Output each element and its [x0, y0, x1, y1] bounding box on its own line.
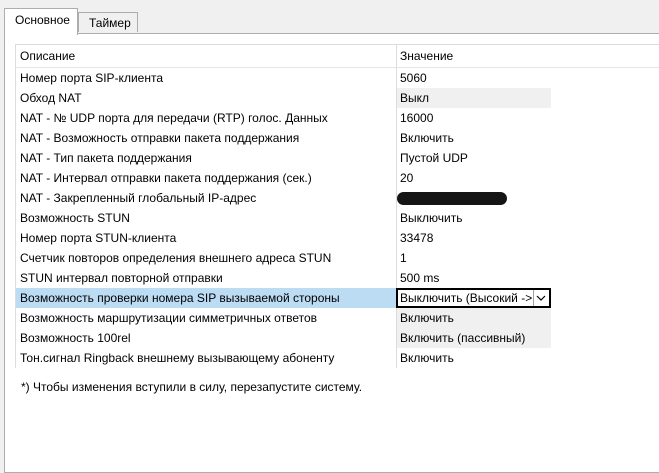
row-value[interactable]: Включить (пассивный)	[396, 328, 551, 348]
table-row[interactable]: NAT - № UDP порта для передачи (RTP) гол…	[15, 108, 659, 128]
table-row[interactable]: Возможность маршрутизации симметричных о…	[15, 308, 659, 328]
chevron-down-icon[interactable]	[533, 290, 548, 306]
row-description: NAT - Закрепленный глобальный IP-адрес	[15, 188, 396, 208]
row-description: Возможность маршрутизации симметричных о…	[15, 308, 396, 328]
row-value[interactable]: 33478	[396, 228, 551, 248]
value-dropdown[interactable]: Выключить (Высокий ->Ни	[396, 288, 551, 308]
table-row[interactable]: NAT - Закрепленный глобальный IP-адрес	[15, 188, 659, 208]
row-value[interactable]: Пустой UDP	[396, 148, 551, 168]
row-description: STUN интервал повторной отправки	[15, 268, 396, 288]
dropdown-selected-value: Выключить (Высокий ->Ни	[400, 291, 548, 305]
row-description: Возможность STUN	[15, 208, 396, 228]
table-row[interactable]: NAT - Интервал отправки пакета поддержан…	[15, 168, 659, 188]
row-description: Обход NAT	[15, 88, 396, 108]
property-grid: Описание Значение Номер порта SIP-клиент…	[15, 44, 659, 368]
row-description: NAT - № UDP порта для передачи (RTP) гол…	[15, 108, 396, 128]
row-description: NAT - Тип пакета поддержания	[15, 148, 396, 168]
column-header-description[interactable]: Описание	[15, 45, 396, 67]
row-value[interactable]: 16000	[396, 108, 551, 128]
row-description: Номер порта STUN-клиента	[15, 228, 396, 248]
table-row[interactable]: NAT - Тип пакета поддержания Пустой UDP	[15, 148, 659, 168]
grid-header: Описание Значение	[15, 45, 659, 68]
tab-main[interactable]: Основное	[4, 8, 78, 35]
settings-panel: Описание Значение Номер порта SIP-клиент…	[4, 33, 659, 473]
row-value[interactable]: Включить	[396, 308, 551, 328]
row-description: Счетчик повторов определения внешнего ад…	[15, 248, 396, 268]
table-row[interactable]: Счетчик повторов определения внешнего ад…	[15, 248, 659, 268]
row-value[interactable]: 1	[396, 248, 551, 268]
table-row[interactable]: Тон.сигнал Ringback внешнему вызывающему…	[15, 348, 659, 368]
column-header-value[interactable]: Значение	[396, 45, 556, 67]
row-value[interactable]: 500 ms	[396, 268, 551, 288]
row-description: NAT - Интервал отправки пакета поддержан…	[15, 168, 396, 188]
table-row[interactable]: STUN интервал повторной отправки 500 ms	[15, 268, 659, 288]
table-row[interactable]: Обход NAT Выкл	[15, 88, 659, 108]
row-description: Тон.сигнал Ringback внешнему вызывающему…	[15, 348, 396, 368]
row-value[interactable]: Выкл	[396, 88, 551, 108]
table-row-selected[interactable]: Возможность проверки номера SIP вызываем…	[15, 288, 659, 308]
row-value[interactable]: Включить	[396, 348, 551, 368]
table-row[interactable]: Возможность 100rel Включить (пассивный)	[15, 328, 659, 348]
table-row[interactable]: Возможность STUN Выключить	[15, 208, 659, 228]
row-description: NAT - Возможность отправки пакета поддер…	[15, 128, 396, 148]
row-description: Возможность проверки номера SIP вызываем…	[15, 288, 396, 308]
table-row[interactable]: NAT - Возможность отправки пакета поддер…	[15, 128, 659, 148]
row-description: Номер порта SIP-клиента	[15, 68, 396, 88]
row-value[interactable]: Выключить	[396, 208, 551, 228]
redaction-mark	[397, 192, 507, 205]
table-row[interactable]: Номер порта SIP-клиента 5060	[15, 68, 659, 88]
row-value[interactable]: 20	[396, 168, 551, 188]
tab-timer[interactable]: Таймер	[78, 12, 138, 32]
row-value-redacted[interactable]	[396, 188, 551, 208]
table-row[interactable]: Номер порта STUN-клиента 33478	[15, 228, 659, 248]
row-value[interactable]: 5060	[396, 68, 551, 88]
row-value[interactable]: Включить	[396, 128, 551, 148]
restart-footnote: *) Чтобы изменения вступили в силу, пере…	[21, 380, 363, 394]
row-description: Возможность 100rel	[15, 328, 396, 348]
